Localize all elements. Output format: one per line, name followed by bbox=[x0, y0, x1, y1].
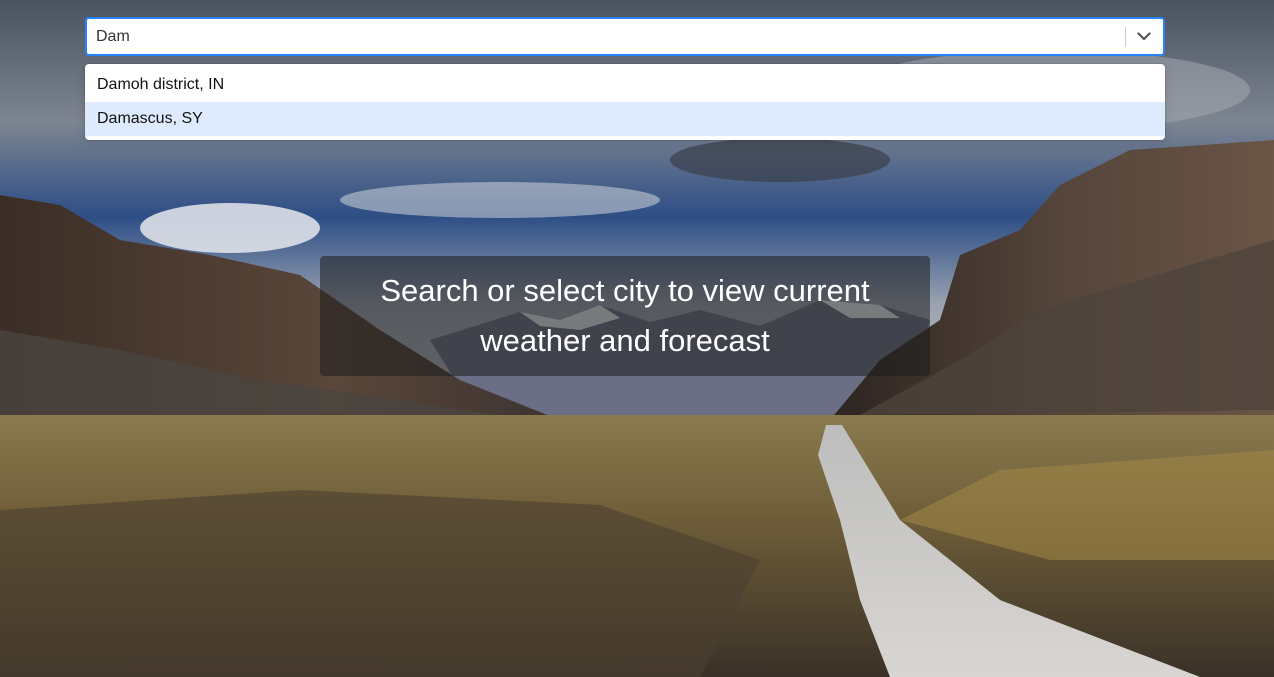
hero-message-panel: Search or select city to view current we… bbox=[320, 256, 930, 376]
city-search-input[interactable] bbox=[87, 21, 1125, 52]
dropdown-toggle-button[interactable] bbox=[1134, 27, 1154, 47]
city-suggestions-menu: Damoh district, IN Damascus, SY bbox=[85, 64, 1165, 140]
city-search-select[interactable]: Damoh district, IN Damascus, SY bbox=[85, 17, 1165, 140]
indicator-separator bbox=[1125, 26, 1126, 47]
weather-app: Damoh district, IN Damascus, SY Search o… bbox=[0, 0, 1274, 677]
hero-message: Search or select city to view current we… bbox=[380, 273, 870, 358]
suggestion-option[interactable]: Damoh district, IN bbox=[85, 68, 1165, 102]
suggestion-option-focused[interactable]: Damascus, SY bbox=[85, 102, 1165, 136]
chevron-down-icon bbox=[1137, 32, 1151, 41]
city-search-control[interactable] bbox=[85, 17, 1165, 56]
